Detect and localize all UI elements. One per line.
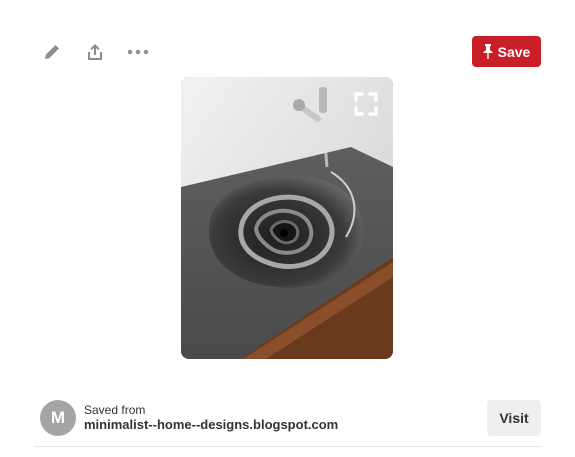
visit-button[interactable]: Visit — [487, 400, 541, 436]
saved-from-label: Saved from — [84, 403, 146, 417]
expand-button[interactable] — [353, 91, 379, 117]
pin-image[interactable] — [181, 77, 393, 359]
save-label: Save — [497, 43, 531, 60]
source-row: M Saved from minimalist--home--designs.b… — [40, 398, 541, 438]
source-domain-link[interactable]: minimalist--home--designs.blogspot.com — [84, 417, 338, 433]
edit-button[interactable] — [40, 40, 64, 64]
more-icon — [127, 49, 149, 55]
pin-icon — [482, 44, 493, 59]
share-button[interactable] — [83, 40, 107, 64]
expand-icon — [354, 92, 378, 116]
divider — [34, 446, 541, 447]
avatar[interactable]: M — [40, 400, 76, 436]
save-button[interactable]: Save — [472, 36, 541, 67]
share-icon — [88, 44, 102, 60]
edit-icon — [45, 45, 59, 59]
sink-photo — [181, 77, 393, 359]
source-info: Saved from minimalist--home--designs.blo… — [84, 403, 338, 433]
more-options-button[interactable] — [126, 40, 150, 64]
